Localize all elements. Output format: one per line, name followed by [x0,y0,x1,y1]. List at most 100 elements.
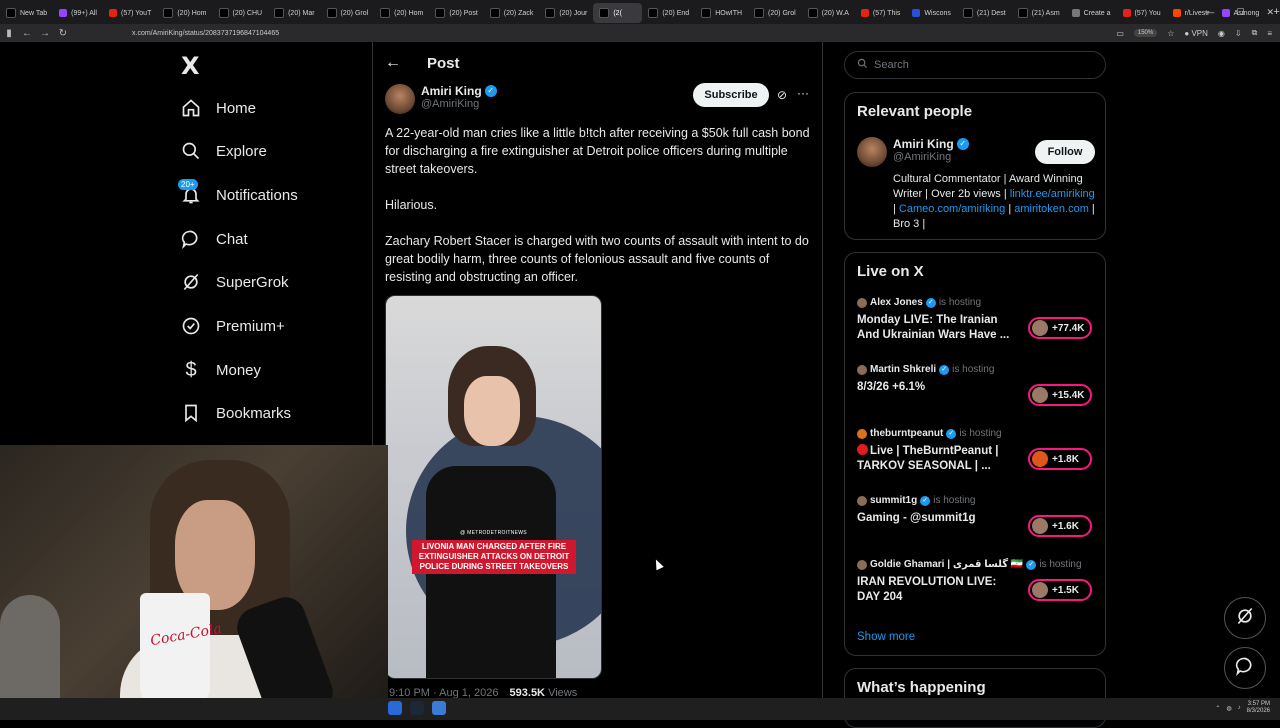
live-item[interactable]: Alex Jones ✓ is hosting Monday LIVE: The… [857,297,1097,353]
bio-link[interactable]: amiritoken.com [1014,203,1089,215]
forward-icon[interactable]: → [36,28,54,39]
listener-pill[interactable]: +77.4K [1028,317,1092,339]
subscribe-button[interactable]: Subscribe [693,83,769,107]
avatar[interactable] [857,137,887,167]
menu-icon[interactable]: ≡ [1267,29,1272,38]
listener-pill[interactable]: +1.6K [1028,515,1092,537]
profile-icon[interactable]: ◉ [1218,29,1225,38]
tab-favicon-icon [489,8,500,18]
author-handle[interactable]: @AmiriKing [421,98,497,110]
close-icon[interactable]: ✕ [1266,7,1274,18]
browser-tab[interactable]: (2( [593,3,643,23]
browser-tab[interactable]: (20) Post [429,3,483,23]
tab-label: HOwITH [715,9,743,17]
bio-link[interactable]: Cameo.com/amiriking [899,203,1005,215]
browser-tab[interactable]: (20) Grol [321,3,375,23]
browser-tab[interactable]: (20) Hom [157,3,212,23]
chat-bubble-icon [180,228,202,250]
listener-pill[interactable]: +15.4K [1028,384,1092,406]
chat-floating-button[interactable] [1224,647,1266,689]
sidebar-toggle-icon[interactable]: ▮ [0,28,18,39]
browser-tab[interactable]: (20) Jour [539,3,593,23]
post-column: ← Post Amiri King ✓ @AmiriKing Subscribe… [372,42,823,702]
steam-icon[interactable] [410,701,424,715]
browser-tab[interactable]: (20) Grol [748,3,802,23]
browser-tab[interactable]: (20) CHU [213,3,269,23]
back-arrow-icon[interactable]: ← [385,54,401,72]
bookmark-star-icon[interactable]: ☆ [1167,29,1174,38]
panel-title: What’s happening [857,679,986,696]
browser-tab[interactable]: (20) W.A [802,3,855,23]
panel-title: Live on X [857,263,924,280]
listener-pill[interactable]: +1.5K [1028,579,1092,601]
more-options-icon[interactable]: ··· [797,86,809,100]
network-icon[interactable]: ◍ [1226,705,1231,712]
minimize-icon[interactable]: — [1205,7,1214,17]
follow-button[interactable]: Follow [1035,140,1095,164]
url-field[interactable]: x.com/AmiriKing/status/20837371968471044… [132,30,279,37]
post-video[interactable]: @ METRODETROITNEWS LIVONIA MAN CHARGED A… [385,295,602,679]
maximize-icon[interactable]: ☐ [1236,7,1244,18]
nav-item-premium[interactable]: Premium+ [180,311,285,341]
browser-tab[interactable]: Wiscons [906,3,956,23]
browser-tab[interactable]: (20) Hom [374,3,429,23]
start-icon[interactable] [388,701,402,715]
author-name[interactable]: Amiri King [421,84,482,98]
listener-avatar [1032,582,1048,598]
search-input[interactable]: Search [844,51,1106,79]
reload-icon[interactable]: ↻ [54,28,72,39]
verified-icon: ✓ [939,364,950,375]
show-more-link[interactable]: Show more [857,631,915,643]
reader-icon[interactable]: ▭ [1116,29,1124,38]
browser-tab[interactable]: Create a [1066,3,1117,23]
volume-icon[interactable]: ♪ [1238,705,1241,711]
downloads-icon[interactable]: ⇩ [1235,29,1242,38]
nav-item-chat[interactable]: Chat [180,224,248,254]
post-author[interactable]: Amiri King ✓ @AmiriKing [385,84,497,114]
clock[interactable]: 3:57 PM 8/3/2026 [1247,701,1270,715]
browser-tab[interactable]: (21) Asm [1012,3,1066,23]
nav-item-home[interactable]: Home [180,93,256,123]
listener-avatar [1032,518,1048,534]
nav-item-bookmarks[interactable]: Bookmarks [180,398,291,428]
verified-icon: ✓ [1026,559,1037,570]
host-name: Martin Shkreli [870,364,937,375]
x-logo[interactable]: X [181,52,200,80]
browser-tab[interactable]: (20) Mar [268,3,320,23]
vpn-badge[interactable]: ● VPN [1184,29,1208,38]
bio-link[interactable]: linktr.ee/amiriking [1010,188,1095,200]
webcam-overlay: Coca-Cola [0,445,388,720]
zoom-level[interactable]: 150% [1133,29,1158,37]
relevant-person[interactable]: Amiri King ✓ @AmiriKing [893,137,969,163]
browser-tab[interactable]: (20) End [642,3,695,23]
back-icon[interactable]: ← [18,28,36,39]
browser-tab[interactable]: (21) Dest [957,3,1012,23]
live-item[interactable]: theburntpeanut ✓ is hosting Live | TheBu… [857,428,1097,484]
nav-item-supergrok[interactable]: SuperGrok [180,267,289,297]
listener-avatar [1032,451,1048,467]
live-item[interactable]: summit1g ✓ is hosting Gaming - @summit1g… [857,495,1097,551]
host-name: theburntpeanut [870,428,944,439]
live-item[interactable]: Goldie Ghamari | گلسا قمری 🇮🇷 ✓ is hosti… [857,559,1097,615]
browser-tab[interactable]: (20) Zack [484,3,540,23]
extensions-icon[interactable]: ⧉ [1252,28,1258,38]
nav-item-money[interactable]: $ Money [180,355,261,385]
browser-tab[interactable]: (57) This [855,3,907,23]
new-tab-button[interactable]: + [1273,6,1279,18]
avatar[interactable] [385,84,415,114]
grok-explain-icon[interactable]: ⊘ [777,88,787,102]
listener-pill[interactable]: +1.8K [1028,448,1092,470]
live-item[interactable]: Martin Shkreli ✓ is hosting 8/3/26 +6.1%… [857,364,1097,420]
browser-tab[interactable]: (99+) All [53,3,103,23]
tray-chevron-icon[interactable]: ⌃ [1215,705,1220,712]
post-text-paragraph: Hilarious. [385,198,438,212]
browser-tab[interactable]: HOwITH [695,3,748,23]
app-icon[interactable] [432,701,446,715]
nav-item-explore[interactable]: Explore [180,136,267,166]
browser-tab[interactable]: (57) YouT [103,3,157,23]
tab-favicon-icon [545,8,556,18]
browser-tab[interactable]: New Tab [0,3,53,23]
browser-tab[interactable]: (57) You [1117,3,1167,23]
nav-item-notifications[interactable]: 20+ Notifications [178,179,298,210]
grok-floating-button[interactable] [1224,597,1266,639]
